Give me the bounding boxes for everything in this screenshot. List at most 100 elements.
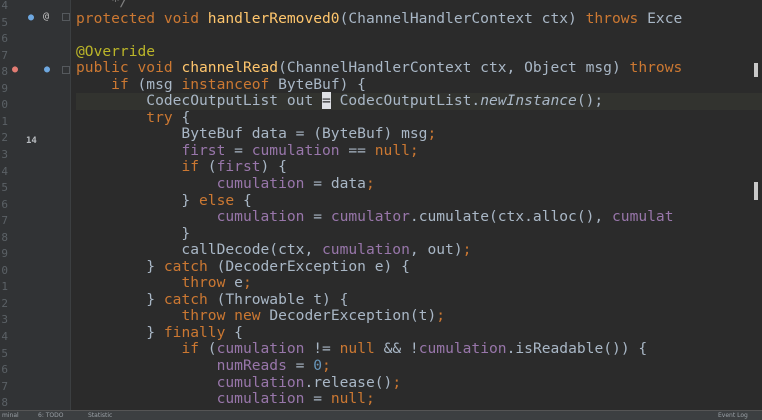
code-token: */ [76, 0, 129, 10]
code-token: = data [304, 175, 366, 193]
breakpoint-search-icon[interactable]: ● [28, 12, 34, 23]
code-token: throw [181, 274, 235, 292]
code-line[interactable]: throw e; [76, 275, 762, 292]
code-token: .release() [304, 373, 393, 391]
line-number: 3 [1, 147, 8, 161]
line-number: 6 [1, 363, 8, 377]
code-token: ( [207, 158, 217, 176]
code-token: .cumulate(ctx.alloc(), [409, 208, 612, 226]
code-token: throws [629, 59, 683, 77]
line-number: 5 [1, 181, 8, 195]
code-line[interactable]: cumulation.release(); [76, 373, 762, 392]
code-token: protected void [76, 9, 208, 27]
code-token: (Throwable t) { [216, 290, 349, 308]
code-line[interactable]: } finally { [76, 323, 762, 342]
code-line[interactable]: try { [76, 108, 762, 127]
line-number: 7 [1, 379, 8, 393]
code-token: ByteBuf) { [278, 75, 366, 93]
line-number: 4 [1, 330, 8, 343]
editor-gutter[interactable]: 4567890123456789012345678 ● @ ● ● 14 [0, 0, 71, 410]
status-statistic-tab[interactable]: Statistic [88, 412, 112, 419]
code-editor[interactable]: 4567890123456789012345678 ● @ ● ● 14 */p… [0, 0, 762, 420]
code-token: cumulation [216, 208, 305, 226]
code-token: if [111, 75, 138, 93]
code-line[interactable]: public void channelRead(ChannelHandlerCo… [76, 59, 762, 77]
code-line[interactable]: if (cumulation != null && !cumulation.is… [76, 341, 762, 358]
code-token: == [339, 141, 375, 159]
code-line[interactable]: if (msg instanceof ByteBuf) { [76, 75, 762, 94]
error-stripe-marker[interactable] [754, 182, 758, 200]
code-token: (); [576, 92, 604, 110]
code-line[interactable]: throw new DecoderException(t); [76, 308, 762, 325]
error-stripe-marker[interactable] [754, 63, 758, 77]
code-line[interactable]: cumulation = null; [76, 390, 762, 408]
line-number: 1 [1, 114, 8, 128]
code-line[interactable]: first = cumulation == null; [76, 141, 762, 160]
fold-toggle-icon[interactable] [62, 13, 70, 21]
code-line[interactable]: cumulation = data; [76, 175, 762, 193]
code-line[interactable]: } catch (DecoderException e) { [76, 257, 762, 276]
code-token: throw new [181, 307, 270, 325]
code-line[interactable]: } catch (Throwable t) { [76, 290, 762, 309]
event-log-button[interactable]: Event Log [718, 412, 748, 419]
code-token: ; [365, 390, 375, 408]
line-number: 6 [1, 32, 8, 46]
code-line[interactable]: @Override [76, 43, 762, 61]
annotate-icon[interactable]: @ [43, 11, 49, 22]
override-method-icon[interactable]: ● [12, 64, 18, 75]
code-token: e [234, 274, 243, 292]
implementing-method-icon[interactable]: ● [44, 64, 50, 75]
current-code-line[interactable]: CodecOutputList out = CodecOutputList.ne… [76, 92, 762, 110]
code-token: cumulation [216, 175, 305, 193]
code-token: cumulation [418, 340, 507, 358]
code-line[interactable]: } else { [76, 191, 762, 210]
status-terminal-tab[interactable]: minal [2, 412, 19, 419]
code-token: channelRead [181, 59, 279, 77]
line-number: 1 [1, 280, 8, 294]
line-number: 3 [1, 313, 8, 327]
line-number: 0 [1, 263, 8, 277]
code-token: numReads [216, 357, 287, 375]
code-token: { [234, 323, 243, 341]
code-token: } [76, 224, 191, 242]
code-line[interactable]: } [76, 224, 762, 243]
code-token: } [76, 257, 164, 275]
line-number: 4 [1, 0, 8, 12]
code-token: try [146, 108, 182, 126]
code-token: null [330, 390, 366, 408]
line-number: 7 [1, 214, 8, 228]
code-token: } [76, 290, 164, 308]
code-line[interactable]: numReads = 0; [76, 357, 762, 375]
code-token: 0 [313, 357, 323, 375]
code-line[interactable]: if (first) { [76, 159, 762, 176]
code-token: cumulation [322, 241, 410, 259]
code-token: } [76, 191, 200, 209]
code-token: CodecOutputList out [76, 92, 323, 110]
code-token: ByteBuf data = (ByteBuf) msg [76, 125, 428, 143]
code-line[interactable]: callDecode(ctx, cumulation, out); [76, 241, 762, 259]
code-token: catch [163, 257, 217, 275]
code-token: public void [76, 59, 182, 77]
code-line[interactable] [76, 27, 762, 44]
code-line[interactable]: protected void handlerRemoved0(ChannelHa… [76, 9, 762, 28]
line-number: 5 [1, 15, 8, 29]
code-token: CodecOutputList. [330, 92, 481, 110]
line-number: 4 [1, 164, 8, 178]
line-number: 7 [1, 48, 8, 62]
code-token: handlerRemoved0 [207, 9, 340, 27]
code-line[interactable]: cumulation = cumulator.cumulate(ctx.allo… [76, 208, 762, 226]
code-line[interactable]: ByteBuf data = (ByteBuf) msg; [76, 126, 762, 143]
code-token: { [242, 191, 252, 209]
code-token: null [374, 141, 410, 159]
fold-toggle-icon[interactable] [62, 66, 70, 74]
status-todo-tab[interactable]: 6: TODO [38, 412, 63, 419]
code-token: = [304, 390, 331, 408]
code-area[interactable]: */protected void handlerRemoved0(Channel… [76, 0, 762, 408]
